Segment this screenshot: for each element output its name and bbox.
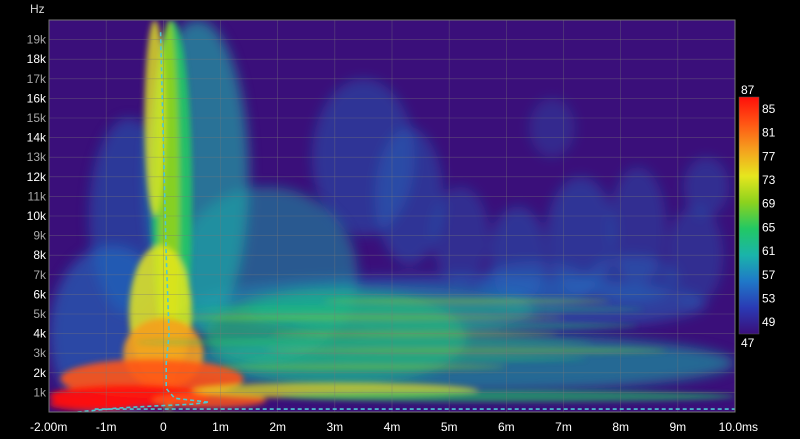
y-tick-label: 4k bbox=[33, 327, 47, 341]
colorbar-tick-label: 77 bbox=[762, 149, 776, 163]
colorbar-tick-label: 73 bbox=[762, 173, 776, 187]
x-tick-label: 6m bbox=[498, 420, 515, 434]
y-tick-label: 3k bbox=[33, 346, 47, 360]
colorbar-tick-label: 85 bbox=[762, 102, 776, 116]
y-tick-label: 10k bbox=[27, 209, 47, 223]
y-tick-label: 6k bbox=[33, 287, 47, 301]
y-tick-label: 14k bbox=[27, 131, 47, 145]
y-tick-label: 9k bbox=[33, 229, 47, 243]
x-tick-label: 0 bbox=[160, 420, 167, 434]
colorbar-tick-label: 65 bbox=[762, 220, 776, 234]
x-tick-label: 3m bbox=[326, 420, 343, 434]
colorbar-tick-label: 61 bbox=[762, 244, 776, 258]
y-tick-label: 12k bbox=[27, 170, 47, 184]
x-tick-label: -2.00m bbox=[30, 420, 67, 434]
x-tick-label: 5m bbox=[441, 420, 458, 434]
x-tick-label: 9m bbox=[669, 420, 686, 434]
colorbar-tick-label: 81 bbox=[762, 126, 776, 140]
grid-lines bbox=[49, 20, 735, 412]
y-tick-label: 19k bbox=[27, 33, 47, 47]
y-tick-label: 18k bbox=[27, 52, 47, 66]
y-tick-label: 15k bbox=[27, 111, 47, 125]
colorbar bbox=[738, 96, 760, 335]
x-tick-label: 4m bbox=[384, 420, 401, 434]
y-tick-label: 11k bbox=[28, 189, 47, 203]
y-tick-label: 17k bbox=[27, 72, 47, 86]
y-tick-label: 1k bbox=[33, 385, 47, 399]
x-tick-label: 8m bbox=[612, 420, 629, 434]
y-tick-label: 2k bbox=[33, 366, 47, 380]
y-axis-ticks: 1k 2k 3k 4k 5k 6k 7k 8k 9k 10k 11k 12k 13k 14k 15k 16k 1… bbox=[27, 33, 47, 400]
x-tick-label: -1m bbox=[96, 420, 117, 434]
x-tick-label: 7m bbox=[555, 420, 572, 434]
x-axis-ticks: -2.00m -1m 0 1m 2m 3m 4m 5m 6m 7m 8m 9m 10.0ms bbox=[30, 420, 758, 434]
y-unit-label: Hz bbox=[30, 2, 45, 16]
x-tick-label: 1m bbox=[212, 420, 229, 434]
y-tick-label: 16k bbox=[27, 91, 47, 105]
spectrogram-chart: Hz 1k2k3k4k5k6k7k8k9k10k11k12k13k14k15k1… bbox=[27, 2, 776, 434]
colorbar-tick-label: 69 bbox=[762, 197, 776, 211]
x-tick-label: 2m bbox=[269, 420, 286, 434]
colorbar-tick-label: 87 bbox=[741, 83, 755, 97]
y-tick-label: 13k bbox=[27, 150, 47, 164]
colorbar-tick-label: 53 bbox=[762, 291, 776, 305]
colorbar-tick-label: 49 bbox=[762, 315, 776, 329]
y-tick-label: 5k bbox=[33, 307, 47, 321]
y-tick-label: 8k bbox=[33, 248, 47, 262]
colorbar-tick-label: 57 bbox=[762, 268, 776, 282]
colorbar-tick-label: 47 bbox=[741, 336, 755, 350]
y-tick-label: 7k bbox=[33, 268, 47, 282]
x-tick-label: 10.0ms bbox=[719, 420, 758, 434]
